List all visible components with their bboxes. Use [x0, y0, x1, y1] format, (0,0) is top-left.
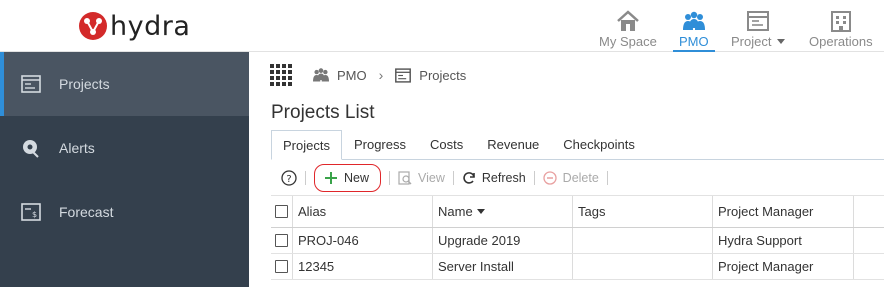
toolbar-divider	[533, 170, 535, 185]
projects-icon	[20, 73, 42, 95]
cell-project-manager: Project Manager	[713, 254, 854, 279]
projects-table: Alias Name Tags Project Manager PROJ-046…	[271, 196, 884, 280]
sidebar-item-alerts[interactable]: Alerts	[0, 116, 249, 180]
row-checkbox[interactable]	[275, 234, 288, 247]
row-checkbox[interactable]	[275, 260, 288, 273]
breadcrumb-pmo[interactable]: PMO	[337, 68, 367, 83]
toolbar-divider	[305, 170, 306, 185]
table-row[interactable]: 12345 Server Install Project Manager	[271, 254, 884, 280]
alerts-icon	[20, 137, 42, 159]
svg-text:?: ?	[286, 174, 291, 185]
cell-name: Server Install	[433, 254, 573, 279]
tab-checkpoints[interactable]: Checkpoints	[551, 131, 647, 159]
tab-costs[interactable]: Costs	[418, 131, 475, 159]
view-button[interactable]: View	[398, 171, 445, 185]
hydra-logo-icon	[79, 12, 107, 40]
new-button-label: New	[344, 170, 370, 185]
cell-tags	[573, 254, 713, 279]
nav-my-space[interactable]: My Space	[599, 4, 657, 50]
sidebar-item-label: Projects	[59, 76, 110, 92]
project-icon	[747, 11, 770, 31]
new-button[interactable]: New	[314, 163, 382, 192]
breadcrumb: PMO › Projects	[270, 64, 466, 86]
cell-project-manager: Hydra Support	[713, 228, 854, 253]
people-icon	[682, 11, 705, 30]
top-bar: hydra My Space PMO Project Operations	[0, 0, 884, 52]
delete-button-label: Delete	[562, 170, 599, 185]
breadcrumb-projects: Projects	[419, 67, 467, 83]
people-icon	[313, 68, 329, 82]
toolbar-divider	[606, 170, 608, 185]
page-title: Projects List	[271, 102, 375, 123]
app-grid-icon[interactable]	[270, 64, 292, 86]
column-header-project-manager[interactable]: Project Manager	[713, 196, 854, 227]
sidebar-item-label: Alerts	[59, 140, 95, 156]
sidebar-item-label: Forecast	[59, 204, 114, 220]
refresh-icon	[463, 171, 475, 184]
toolbar-divider	[452, 170, 454, 185]
chevron-right-icon: ›	[378, 67, 384, 83]
cell-alias: PROJ-046	[293, 228, 433, 253]
sort-descending-icon	[476, 209, 485, 214]
refresh-button[interactable]: Refresh	[462, 171, 526, 185]
tab-projects[interactable]: Projects	[271, 130, 342, 160]
svg-text:$: $	[32, 210, 37, 219]
tab-revenue[interactable]: Revenue	[475, 131, 551, 159]
chevron-down-icon	[777, 39, 786, 44]
column-header-name-label: Name	[438, 204, 473, 219]
nav-label: My Space	[599, 34, 657, 49]
table-header: Alias Name Tags Project Manager	[271, 196, 884, 228]
column-header-alias[interactable]: Alias	[293, 196, 433, 227]
building-icon	[830, 11, 851, 32]
nav-label: Operations	[809, 34, 873, 49]
sidebar: Projects Alerts $ Forecast	[0, 52, 249, 287]
nav-pmo[interactable]: PMO	[673, 4, 715, 52]
delete-button[interactable]: Delete	[543, 171, 599, 185]
help-icon: ?	[281, 169, 297, 186]
hydra-logo[interactable]: hydra	[78, 10, 190, 42]
toolbar: ? New View Refresh Delete	[271, 160, 884, 196]
cell-tags	[573, 228, 713, 253]
nav-label: Project	[731, 34, 772, 49]
refresh-button-label: Refresh	[481, 170, 526, 185]
column-header-name[interactable]: Name	[433, 196, 573, 227]
sidebar-item-projects[interactable]: Projects	[0, 52, 249, 116]
nav-operations[interactable]: Operations	[809, 4, 873, 50]
brand-name: hydra	[110, 10, 191, 42]
view-icon	[398, 170, 412, 185]
tab-bar: Projects Progress Costs Revenue Checkpoi…	[271, 130, 884, 160]
nav-project[interactable]: Project	[731, 4, 786, 50]
column-header-tags[interactable]: Tags	[573, 196, 713, 227]
project-icon	[395, 67, 412, 83]
cell-name: Upgrade 2019	[433, 228, 573, 253]
plus-icon	[325, 171, 337, 184]
cell-alias: 12345	[293, 254, 433, 279]
forecast-icon: $	[20, 201, 42, 223]
select-all-checkbox[interactable]	[275, 205, 288, 218]
sidebar-item-forecast[interactable]: $ Forecast	[0, 180, 249, 244]
main-content: PMO › Projects Projects List Projects Pr…	[249, 52, 884, 287]
home-icon	[617, 10, 639, 31]
help-button[interactable]: ?	[281, 169, 297, 186]
tab-progress[interactable]: Progress	[342, 131, 418, 159]
delete-icon	[543, 170, 557, 185]
nav-label: PMO	[679, 34, 709, 49]
toolbar-divider	[389, 170, 391, 185]
view-button-label: View	[418, 170, 445, 185]
table-row[interactable]: PROJ-046 Upgrade 2019 Hydra Support	[271, 228, 884, 254]
